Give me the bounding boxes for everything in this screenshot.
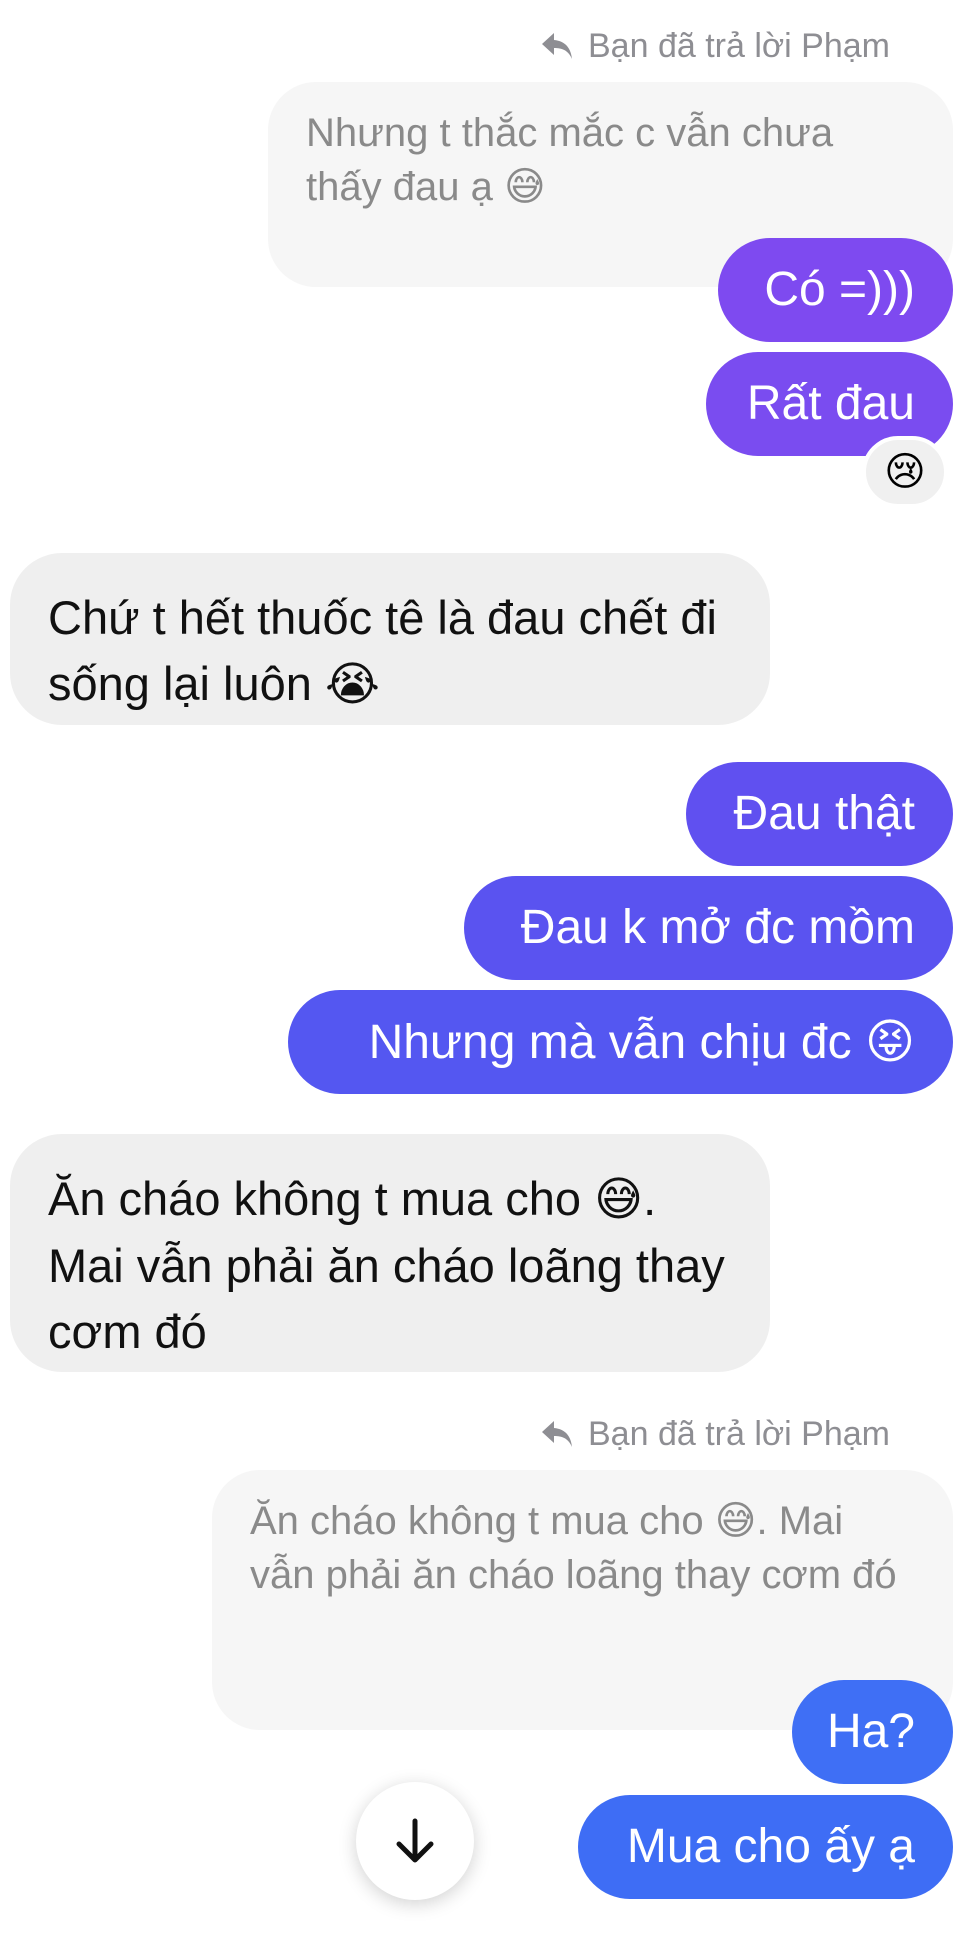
quoted-message-text: Ăn cháo không t mua cho bbox=[250, 1499, 704, 1543]
reply-note-text: Bạn đã trả lời Phạm bbox=[588, 27, 890, 65]
reply-arrow-icon bbox=[540, 31, 574, 61]
crying-face-emoji-icon: 😢 bbox=[884, 449, 926, 495]
reply-arrow-icon bbox=[540, 1419, 574, 1449]
message-text: Nhưng mà vẫn chịu đc bbox=[368, 1016, 852, 1069]
loudly-crying-emoji-icon: 😭 bbox=[324, 657, 380, 712]
reply-note: Bạn đã trả lời Phạm bbox=[540, 1412, 890, 1456]
grinning-sweat-emoji-icon: 😅 bbox=[503, 164, 546, 210]
message-text: Có =))) bbox=[764, 263, 915, 316]
grinning-sweat-emoji-icon: 😅 bbox=[594, 1172, 644, 1227]
outgoing-message[interactable]: Có =))) bbox=[718, 238, 953, 342]
grinning-sweat-emoji-icon: 😅 bbox=[714, 1498, 757, 1544]
incoming-message[interactable]: Ăn cháo không t mua cho 😅. Mai vẫn phải … bbox=[10, 1134, 770, 1372]
message-reaction[interactable]: 😢 bbox=[862, 436, 948, 508]
reply-note-text: Bạn đã trả lời Phạm bbox=[588, 1415, 890, 1453]
message-text: Đau k mở đc mồm bbox=[520, 901, 915, 954]
message-text: Đau thật bbox=[733, 787, 915, 840]
message-text: Ha? bbox=[826, 1705, 915, 1758]
reply-note: Bạn đã trả lời Phạm bbox=[540, 24, 890, 68]
outgoing-message[interactable]: Ha? bbox=[792, 1680, 953, 1784]
incoming-message[interactable]: Chứ t hết thuốc tê là đau chết đi sống l… bbox=[10, 553, 770, 725]
outgoing-message[interactable]: Đau k mở đc mồm bbox=[464, 876, 953, 980]
arrow-down-icon bbox=[393, 1817, 437, 1865]
outgoing-message[interactable]: Mua cho ấy ạ bbox=[578, 1795, 953, 1899]
message-text: Chứ t hết thuốc tê là đau chết đi sống l… bbox=[48, 591, 717, 710]
quoted-message-text: Nhưng t thắc mắc c vẫn chưa thấy đau ạ bbox=[306, 111, 834, 209]
outgoing-message[interactable]: Nhưng mà vẫn chịu đc 😝 bbox=[288, 990, 953, 1094]
squinting-tongue-emoji-icon: 😝 bbox=[864, 1014, 915, 1070]
outgoing-message[interactable]: Đau thật bbox=[686, 762, 953, 866]
scroll-to-bottom-button[interactable] bbox=[356, 1782, 474, 1900]
message-text: Ăn cháo không t mua cho bbox=[48, 1172, 582, 1225]
message-text: Rất đau bbox=[746, 377, 915, 430]
message-text: Mua cho ấy ạ bbox=[626, 1820, 915, 1873]
